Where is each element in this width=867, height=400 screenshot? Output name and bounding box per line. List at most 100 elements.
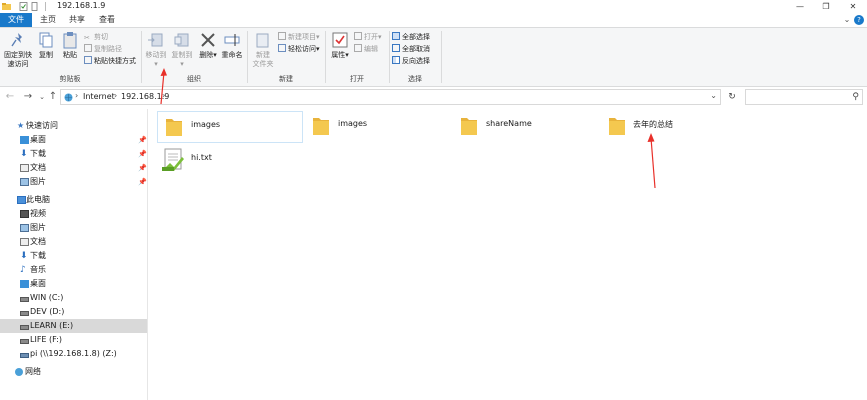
- clipboard-group: 固定到快 速访问 复制 粘贴 ✂ 剪切 复制路径 粘贴快捷方式 剪贴板: [0, 28, 140, 86]
- properties-quick-icon[interactable]: [19, 2, 28, 11]
- sidebar-item-label: 此电脑: [26, 195, 50, 204]
- delete-label: 删除: [199, 51, 214, 59]
- open-button[interactable]: 打开▾: [354, 32, 382, 43]
- close-button[interactable]: ✕: [840, 0, 866, 13]
- clipboard-group-label: 剪贴板: [59, 75, 81, 83]
- search-box: ⚲: [745, 89, 863, 105]
- pin-icon[interactable]: 📌: [138, 133, 147, 147]
- picture-icon: [20, 224, 29, 232]
- cut-button[interactable]: ✂ 剪切: [84, 32, 108, 43]
- search-input[interactable]: [746, 90, 846, 104]
- new-folder-button[interactable]: 新建 文件夹: [250, 31, 276, 69]
- cut-label: 剪切: [94, 33, 108, 41]
- sidebar-item-documents-pinned[interactable]: 文档 📌: [0, 161, 147, 175]
- back-button[interactable]: ←: [4, 90, 16, 104]
- breadcrumb-internet[interactable]: Internet: [83, 92, 115, 101]
- open-group-label: 打开: [350, 75, 364, 83]
- sidebar-item-this-pc[interactable]: 此电脑: [0, 193, 147, 207]
- folder-item[interactable]: shareName: [455, 111, 601, 143]
- annotation-arrow-icon: [160, 68, 167, 105]
- copy-path-label: 复制路径: [94, 45, 122, 53]
- edit-button[interactable]: 编辑: [354, 44, 378, 55]
- sidebar-item-pictures-pinned[interactable]: 图片 📌: [0, 175, 147, 189]
- sidebar-item-label: WIN (C:): [30, 293, 64, 302]
- new-item-button[interactable]: 新建项目▾: [278, 32, 320, 43]
- sidebar-item-music[interactable]: ♪ 音乐: [0, 263, 147, 277]
- breadcrumb-separator: ›: [75, 91, 79, 100]
- drive-icon: [20, 325, 29, 330]
- chevron-down-icon[interactable]: ⌄: [842, 15, 852, 25]
- paste-shortcut-button[interactable]: 粘贴快捷方式: [84, 56, 136, 67]
- restore-button[interactable]: ❐: [813, 0, 839, 13]
- sidebar-item-quick-access[interactable]: ★ 快速访问: [0, 119, 147, 133]
- new-folder-label-line2: 文件夹: [252, 60, 274, 68]
- pin-icon[interactable]: 📌: [138, 147, 147, 161]
- sidebar-item-drive-d[interactable]: DEV (D:): [0, 305, 147, 319]
- pin-icon[interactable]: 📌: [138, 161, 147, 175]
- refresh-button[interactable]: ↻: [723, 89, 741, 105]
- pin-quick-access-button[interactable]: 固定到快 速访问: [2, 31, 34, 69]
- easy-access-label: 轻松访问: [288, 45, 316, 53]
- select-all-button[interactable]: 全部选择: [392, 32, 430, 43]
- sidebar-item-drive-f[interactable]: LIFE (F:): [0, 333, 147, 347]
- drive-icon: [20, 311, 29, 316]
- sidebar-item-videos[interactable]: 视频: [0, 207, 147, 221]
- rename-button[interactable]: 重命名: [220, 31, 244, 60]
- tab-file[interactable]: 文件: [0, 13, 32, 27]
- folder-item[interactable]: images: [307, 111, 453, 143]
- sidebar-item-downloads[interactable]: ⬇ 下载: [0, 249, 147, 263]
- window-title: 192.168.1.9: [57, 1, 106, 10]
- help-icon[interactable]: ?: [854, 15, 864, 25]
- up-button[interactable]: ↑: [47, 90, 59, 104]
- folder-name: images: [338, 119, 368, 128]
- sidebar-item-drive-z[interactable]: pi (\\192.168.1.8) (Z:): [0, 347, 147, 361]
- navigation-pane: ★ 快速访问 桌面 📌 ⬇ 下载 📌 文档 📌 图片 📌 此电脑 视频 图片 文…: [0, 109, 148, 400]
- paste-button[interactable]: 粘贴: [60, 31, 80, 60]
- network-drive-icon: [20, 353, 29, 358]
- select-none-button[interactable]: 全部取消: [392, 44, 430, 55]
- move-to-label: 移动到: [145, 51, 167, 59]
- sidebar-item-pictures[interactable]: 图片: [0, 221, 147, 235]
- sidebar-item-documents[interactable]: 文档: [0, 235, 147, 249]
- sidebar-item-label: 视频: [30, 209, 46, 218]
- sidebar-item-desktop[interactable]: 桌面: [0, 277, 147, 291]
- copy-button[interactable]: 复制: [36, 31, 56, 60]
- paste-icon: [63, 32, 77, 49]
- invert-selection-label: 反向选择: [402, 57, 430, 65]
- minimize-button[interactable]: —: [787, 0, 813, 13]
- invert-selection-button[interactable]: 反向选择: [392, 56, 430, 67]
- folder-item[interactable]: images: [157, 111, 303, 143]
- file-item[interactable]: hi.txt: [157, 145, 303, 177]
- title-separator: [45, 2, 46, 11]
- tab-share[interactable]: 共享: [65, 13, 89, 27]
- sidebar-item-downloads-pinned[interactable]: ⬇ 下载 📌: [0, 147, 147, 161]
- easy-access-button[interactable]: 轻松访问▾: [278, 44, 320, 55]
- computer-icon: [17, 196, 26, 204]
- tab-view[interactable]: 查看: [95, 13, 119, 27]
- new-folder-quick-icon[interactable]: [30, 2, 39, 11]
- search-icon[interactable]: ⚲: [852, 92, 859, 102]
- move-to-button[interactable]: 移动到▾: [144, 31, 168, 69]
- annotation-arrow-icon: [647, 133, 656, 189]
- copy-path-button[interactable]: 复制路径: [84, 44, 122, 55]
- forward-button[interactable]: →: [22, 90, 34, 104]
- folder-item[interactable]: 去年的总结: [603, 111, 749, 143]
- tab-home[interactable]: 主页: [36, 13, 60, 27]
- sidebar-item-label: 网络: [25, 367, 41, 376]
- sidebar-item-drive-c[interactable]: WIN (C:): [0, 291, 147, 305]
- properties-button[interactable]: 属性▾: [328, 31, 352, 60]
- paste-label: 粘贴: [63, 51, 77, 59]
- folder-name: images: [191, 120, 221, 129]
- desktop-icon: [20, 280, 29, 288]
- address-dropdown-icon[interactable]: ⌄: [710, 91, 717, 100]
- folder-icon: [461, 118, 477, 135]
- sidebar-item-network[interactable]: 网络: [0, 365, 147, 379]
- copy-to-button[interactable]: 复制到▾: [170, 31, 194, 69]
- sidebar-item-drive-e[interactable]: LEARN (E:): [0, 319, 147, 333]
- copy-path-icon: [84, 44, 92, 52]
- sidebar-item-desktop-pinned[interactable]: 桌面 📌: [0, 133, 147, 147]
- sidebar-item-label: DEV (D:): [30, 307, 65, 316]
- rename-icon: [224, 34, 240, 46]
- pin-icon[interactable]: 📌: [138, 175, 147, 189]
- delete-button[interactable]: 删除▾: [198, 31, 218, 60]
